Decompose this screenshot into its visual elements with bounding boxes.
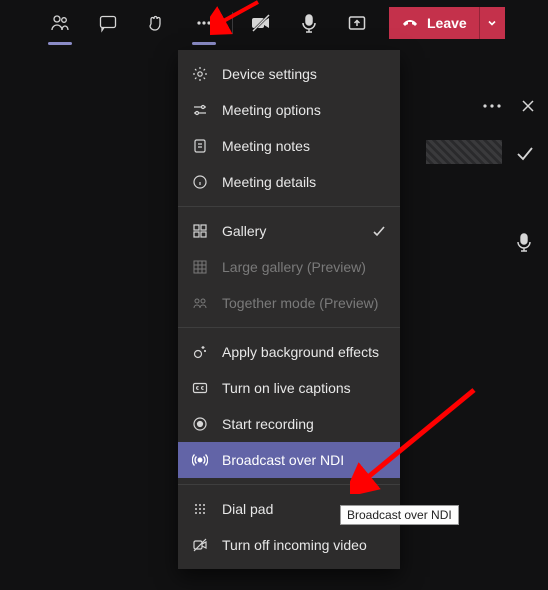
panel-more-button[interactable] <box>480 103 504 109</box>
cc-icon <box>192 380 214 396</box>
menu-label: Apply background effects <box>222 344 379 360</box>
menu-label: Meeting options <box>222 102 321 118</box>
grid-3x3-icon <box>192 259 214 275</box>
check-icon <box>372 224 386 238</box>
share-screen-button[interactable] <box>333 3 381 43</box>
redacted-field <box>426 140 502 164</box>
menu-label: Turn on live captions <box>222 380 351 396</box>
menu-label: Turn off incoming video <box>222 537 367 553</box>
leave-label: Leave <box>427 15 467 31</box>
menu-separator <box>178 206 400 207</box>
gear-icon <box>192 66 214 82</box>
menu-label: Dial pad <box>222 501 273 517</box>
toolbar-separator <box>232 12 233 34</box>
info-icon <box>192 174 214 190</box>
tooltip-text: Broadcast over NDI <box>347 508 452 522</box>
leave-button-group: Leave <box>389 7 505 39</box>
sliders-icon <box>192 102 214 118</box>
menu-label: Meeting notes <box>222 138 310 154</box>
menu-meeting-notes[interactable]: Meeting notes <box>178 128 400 164</box>
panel-close-button[interactable] <box>518 96 538 116</box>
menu-separator <box>178 327 400 328</box>
menu-together-mode: Together mode (Preview) <box>178 285 400 321</box>
tooltip-ndi: Broadcast over NDI <box>340 505 459 525</box>
together-icon <box>192 295 214 311</box>
broadcast-icon <box>192 452 214 468</box>
menu-gallery[interactable]: Gallery <box>178 213 400 249</box>
menu-separator <box>178 484 400 485</box>
more-actions-button[interactable] <box>180 3 228 43</box>
leave-caret-button[interactable] <box>479 7 505 39</box>
camera-off-button[interactable] <box>237 3 285 43</box>
menu-start-recording[interactable]: Start recording <box>178 406 400 442</box>
menu-label: Meeting details <box>222 174 316 190</box>
menu-label: Device settings <box>222 66 317 82</box>
leave-button[interactable]: Leave <box>389 7 479 39</box>
dialpad-icon <box>192 501 214 517</box>
raise-hand-button[interactable] <box>132 3 180 43</box>
participants-button[interactable] <box>36 3 84 43</box>
panel-controls <box>480 96 538 116</box>
participant-mic-button[interactable] <box>516 232 532 252</box>
record-icon <box>192 416 214 432</box>
meeting-toolbar: Leave <box>0 0 548 46</box>
video-off-icon <box>192 537 214 553</box>
menu-broadcast-ndi[interactable]: Broadcast over NDI <box>178 442 400 478</box>
menu-label: Start recording <box>222 416 314 432</box>
menu-label: Large gallery (Preview) <box>222 259 366 275</box>
confirm-check-button[interactable] <box>514 142 536 164</box>
more-actions-menu: Device settings Meeting options Meeting … <box>178 50 400 569</box>
menu-apply-background[interactable]: Apply background effects <box>178 334 400 370</box>
menu-device-settings[interactable]: Device settings <box>178 56 400 92</box>
sparkle-icon <box>192 344 214 360</box>
menu-label: Gallery <box>222 223 266 239</box>
notes-icon <box>192 138 214 154</box>
menu-turn-off-incoming-video[interactable]: Turn off incoming video <box>178 527 400 563</box>
menu-meeting-details[interactable]: Meeting details <box>178 164 400 200</box>
menu-label: Broadcast over NDI <box>222 452 344 468</box>
microphone-button[interactable] <box>285 3 333 43</box>
chat-button[interactable] <box>84 3 132 43</box>
menu-large-gallery: Large gallery (Preview) <box>178 249 400 285</box>
menu-live-captions[interactable]: Turn on live captions <box>178 370 400 406</box>
grid-2x2-icon <box>192 223 214 239</box>
menu-meeting-options[interactable]: Meeting options <box>178 92 400 128</box>
menu-label: Together mode (Preview) <box>222 295 378 311</box>
